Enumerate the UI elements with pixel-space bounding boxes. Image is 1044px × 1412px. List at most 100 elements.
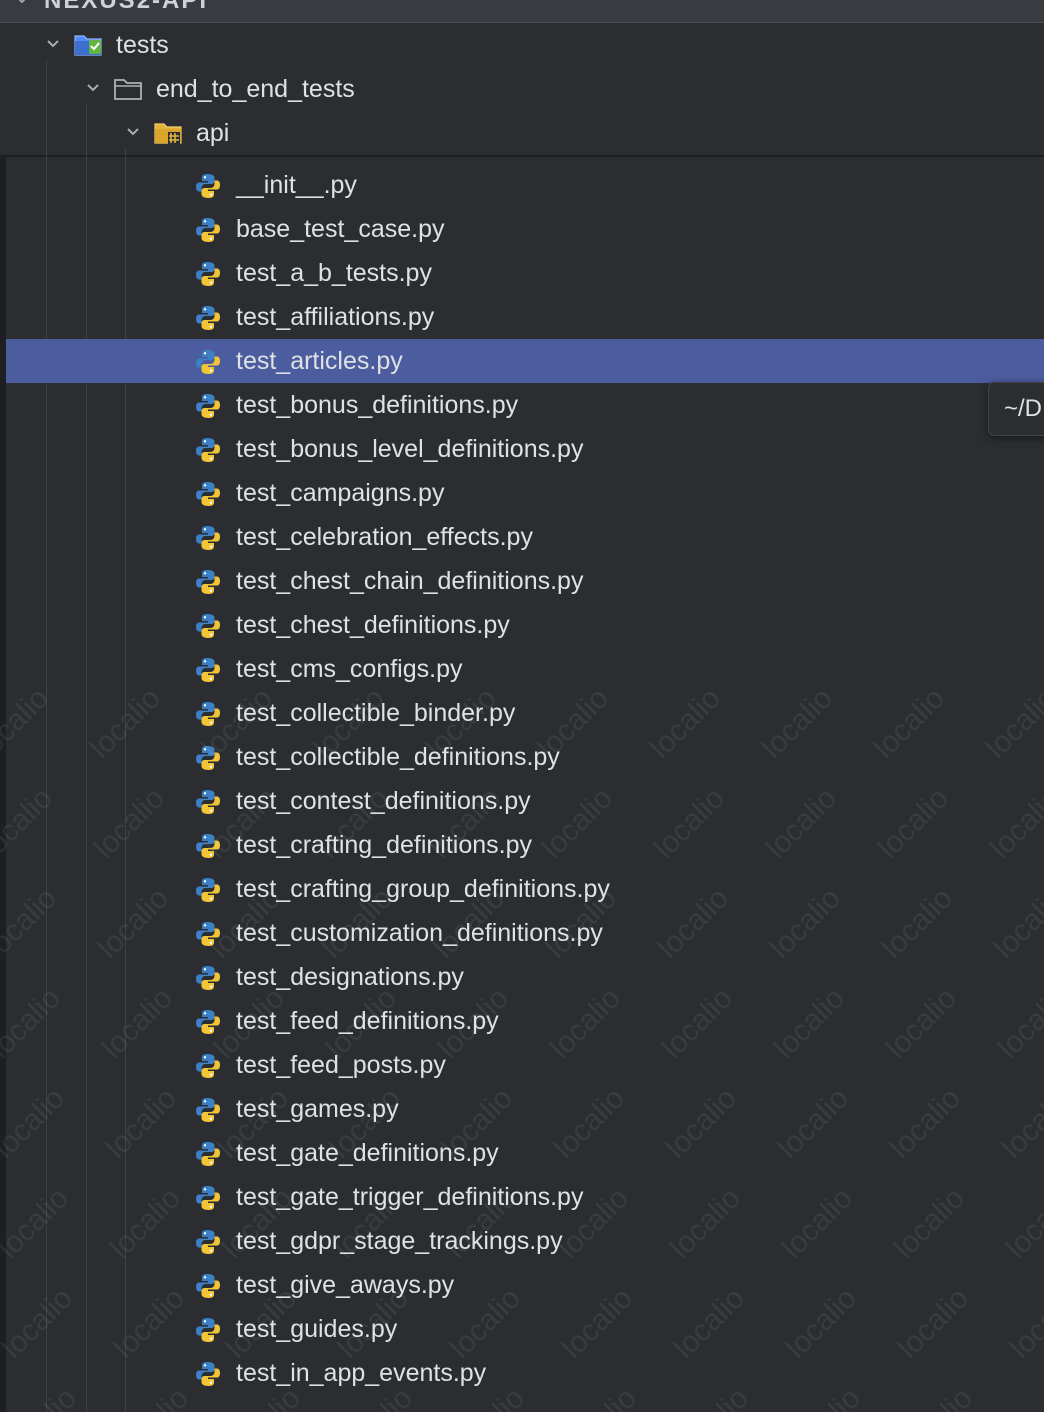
python-file-icon xyxy=(196,1054,220,1078)
tree-file-item[interactable]: test_feed_posts.py xyxy=(6,1043,1044,1087)
tree-file-item[interactable]: test_crafting_group_definitions.py xyxy=(6,867,1044,911)
tree-item-label: test_guides.py xyxy=(236,1315,398,1343)
python-file-icon xyxy=(196,1142,220,1166)
python-file-icon xyxy=(196,834,220,858)
tree-file-item[interactable]: test_designations.py xyxy=(6,955,1044,999)
tree-file-item[interactable]: test_customization_definitions.py xyxy=(6,911,1044,955)
tree-item-label: test_gate_definitions.py xyxy=(236,1139,499,1167)
tree-item-label: test_chest_chain_definitions.py xyxy=(236,567,584,595)
tree-item-label: test_give_aways.py xyxy=(236,1271,455,1299)
tree-item-label: test_customization_definitions.py xyxy=(236,919,603,947)
tree-folder-api[interactable]: api xyxy=(6,111,1044,155)
tree-file-item[interactable]: __init__.py xyxy=(6,163,1044,207)
tree-item-label: test_gate_trigger_definitions.py xyxy=(236,1183,584,1211)
tree-file-item[interactable]: test_bonus_level_definitions.py xyxy=(6,427,1044,471)
tree-item-label: test_collectible_binder.py xyxy=(236,699,516,727)
tree-item-label: test_contest_definitions.py xyxy=(236,787,531,815)
tree-item-label: test_gdpr_stage_trackings.py xyxy=(236,1227,563,1255)
tree-file-item[interactable]: test_contest_definitions.py xyxy=(6,779,1044,823)
python-file-icon xyxy=(196,922,220,946)
python-file-icon xyxy=(196,482,220,506)
tree-item-label: test_feed_posts.py xyxy=(236,1051,446,1079)
python-file-icon xyxy=(196,746,220,770)
chevron-down-icon[interactable] xyxy=(44,35,62,53)
python-file-icon xyxy=(196,1362,220,1386)
tree-file-item[interactable]: test_feed_definitions.py xyxy=(6,999,1044,1043)
tree-item-label: test_campaigns.py xyxy=(236,479,445,507)
python-file-icon xyxy=(196,614,220,638)
tree-file-item[interactable]: test_crafting_definitions.py xyxy=(6,823,1044,867)
tree-file-item[interactable]: test_gate_definitions.py xyxy=(6,1131,1044,1175)
path-tooltip: ~/D xyxy=(988,382,1044,436)
python-file-icon xyxy=(196,1186,220,1210)
folder-icon xyxy=(114,79,142,100)
python-file-icon xyxy=(196,702,220,726)
tree-file-item[interactable]: test_collectible_binder.py xyxy=(6,691,1044,735)
test-folder-icon xyxy=(74,35,102,56)
python-file-icon xyxy=(196,878,220,902)
tree-item-label: end_to_end_tests xyxy=(156,75,355,103)
tooltip-text: ~/D xyxy=(1004,395,1043,422)
project-header[interactable]: NEXUS2-API xyxy=(0,0,1044,23)
project-title: NEXUS2-API xyxy=(44,0,209,14)
python-file-icon xyxy=(196,966,220,990)
python-file-icon xyxy=(196,1010,220,1034)
tree-item-label: test_articles.py xyxy=(236,347,403,375)
python-file-icon xyxy=(196,658,220,682)
chevron-down-icon[interactable] xyxy=(14,0,30,8)
chevron-down-icon[interactable] xyxy=(84,79,102,97)
python-file-icon xyxy=(196,306,220,330)
tree-file-item[interactable]: test_chest_definitions.py xyxy=(6,603,1044,647)
tree-item-label: test_crafting_group_definitions.py xyxy=(236,875,610,903)
tree-item-label: __init__.py xyxy=(236,171,357,199)
tree-item-label: test_bonus_level_definitions.py xyxy=(236,435,584,463)
tree-item-label: test_collectible_definitions.py xyxy=(236,743,560,771)
python-file-icon xyxy=(196,262,220,286)
python-file-icon xyxy=(196,394,220,418)
tree-file-item[interactable]: test_collectible_definitions.py xyxy=(6,735,1044,779)
tree-item-label: tests xyxy=(116,31,169,59)
python-file-icon xyxy=(196,1098,220,1122)
tree-item-label: test_affiliations.py xyxy=(236,303,435,331)
tree-folder-tests[interactable]: tests xyxy=(6,23,1044,67)
tree-file-item[interactable]: test_chest_chain_definitions.py xyxy=(6,559,1044,603)
tree-file-item[interactable]: test_gdpr_stage_trackings.py xyxy=(6,1219,1044,1263)
tree-item-label: test_a_b_tests.py xyxy=(236,259,432,287)
python-file-icon xyxy=(196,350,220,374)
tree-file-item[interactable]: test_gate_trigger_definitions.py xyxy=(6,1175,1044,1219)
tree-item-label: test_feed_definitions.py xyxy=(236,1007,499,1035)
python-file-icon xyxy=(196,218,220,242)
tree-item-label: test_chest_definitions.py xyxy=(236,611,510,639)
tree-file-item[interactable]: test_articles.py xyxy=(6,339,1044,383)
python-file-icon xyxy=(196,438,220,462)
tree-file-item[interactable]: test_campaigns.py xyxy=(6,471,1044,515)
tree-file-item[interactable]: test_a_b_tests.py xyxy=(6,251,1044,295)
tree-file-item[interactable]: test_celebration_effects.py xyxy=(6,515,1044,559)
tree-item-label: test_games.py xyxy=(236,1095,399,1123)
python-file-icon xyxy=(196,1274,220,1298)
tree-item-label: test_cms_configs.py xyxy=(236,655,463,683)
python-file-icon xyxy=(196,1318,220,1342)
tree-item-label: api xyxy=(196,119,230,147)
chevron-down-icon[interactable] xyxy=(124,123,142,141)
tree-item-label: test_in_app_events.py xyxy=(236,1359,487,1387)
tree-item-label: test_celebration_effects.py xyxy=(236,523,533,551)
tree-file-item[interactable]: test_cms_configs.py xyxy=(6,647,1044,691)
tree-file-item[interactable]: base_test_case.py xyxy=(6,207,1044,251)
python-file-icon xyxy=(196,570,220,594)
tree-file-item[interactable]: test_guides.py xyxy=(6,1307,1044,1351)
tree-folder-end-to-end-tests[interactable]: end_to_end_tests xyxy=(6,67,1044,111)
tree-item-label: test_designations.py xyxy=(236,963,464,991)
python-file-icon xyxy=(196,526,220,550)
project-tool-window: NEXUS2-API tests end_to_end_testsapi __ini… xyxy=(0,0,1044,1412)
package-folder-icon xyxy=(154,123,182,144)
python-file-icon xyxy=(196,174,220,198)
tree-file-item[interactable]: test_give_aways.py xyxy=(6,1263,1044,1307)
tree-file-item[interactable]: test_in_app_events.py xyxy=(6,1351,1044,1395)
tree-item-label: test_crafting_definitions.py xyxy=(236,831,533,859)
tree-file-item[interactable]: test_games.py xyxy=(6,1087,1044,1131)
tree-item-label: base_test_case.py xyxy=(236,215,445,243)
tree-file-item[interactable]: test_affiliations.py xyxy=(6,295,1044,339)
python-file-icon xyxy=(196,790,220,814)
tree-file-item[interactable]: test_bonus_definitions.py xyxy=(6,383,1044,427)
